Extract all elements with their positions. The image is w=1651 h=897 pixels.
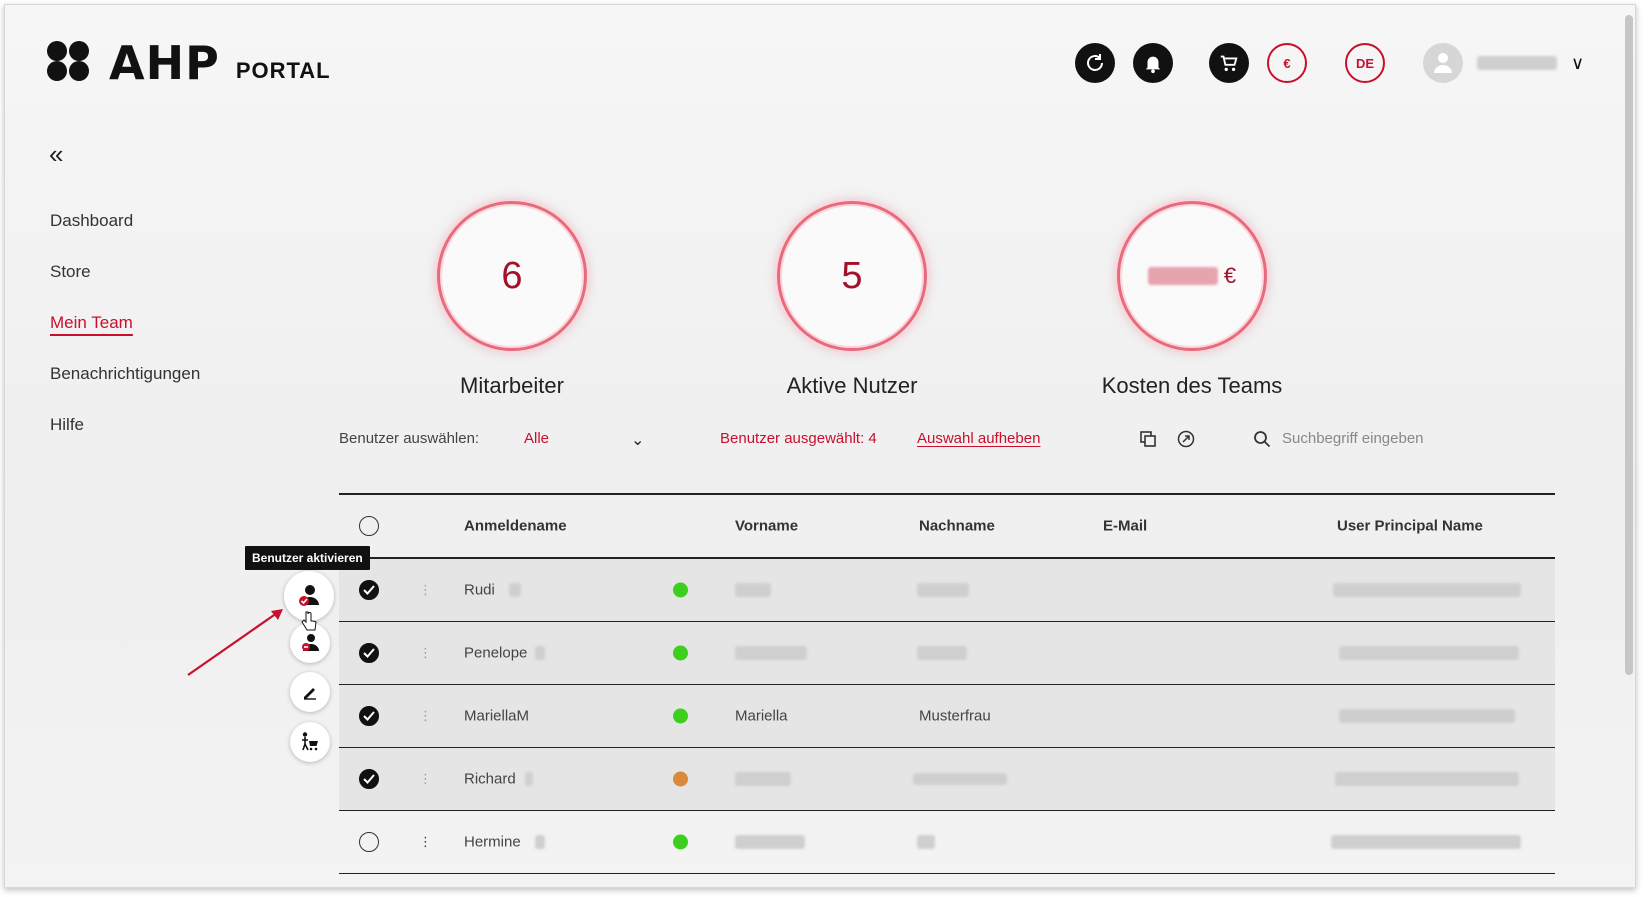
status-indicator [673,708,688,724]
search-icon [1253,430,1271,452]
stat-label: Kosten des Teams [1101,373,1283,398]
selected-count: Benutzer ausgewählt: 4 [720,430,877,447]
login-name: MariellaM [464,707,530,725]
chevron-down-icon[interactable]: ∨ [1571,53,1584,74]
language-button[interactable]: DE [1345,43,1385,83]
status-indicator [673,834,688,850]
stat-active-users: 5 Aktive Nutzer [767,201,937,399]
status-indicator [673,645,688,661]
column-header[interactable]: User Principal Name [1337,518,1483,535]
login-name: Richard [464,770,516,788]
table-row[interactable]: ⋮ Penelope [339,622,1555,685]
refresh-icon[interactable] [1075,43,1115,83]
bell-icon[interactable] [1133,43,1173,83]
redacted [535,835,545,849]
last-name-redacted [917,583,969,597]
row-menu-icon[interactable]: ⋮ [419,582,432,598]
last-name-redacted [917,646,967,660]
scrollbar[interactable] [1625,15,1633,675]
first-name-redacted [735,646,807,660]
upn-redacted [1333,583,1521,597]
cost-value-redacted [1147,267,1218,285]
status-indicator [673,582,688,598]
row-checkbox[interactable] [359,832,379,852]
stat-label: Aktive Nutzer [786,373,918,398]
row-checkbox[interactable] [359,580,379,600]
stat-value: 5 [841,254,863,297]
assign-cart-icon[interactable] [290,722,330,762]
currency-symbol: € [1223,263,1237,288]
search-input[interactable]: Suchbegriff eingeben [1282,430,1424,447]
login-name: Rudi [464,581,495,599]
chevron-down-icon[interactable]: ⌄ [631,430,644,450]
redacted [535,646,545,660]
currency-button[interactable]: € [1267,43,1307,83]
sidebar-item-mein-team[interactable]: Mein Team [50,313,200,364]
table-row[interactable]: ⋮ Rudi [339,559,1555,622]
cart-icon[interactable] [1209,43,1249,83]
table-row[interactable]: ⋮ Richard [339,748,1555,811]
upn-redacted [1339,646,1519,660]
row-checkbox[interactable] [359,706,379,726]
table-row[interactable]: ⋮ Hermine [339,811,1555,874]
tooltip: Benutzer aktivieren [245,546,370,570]
select-all-checkbox[interactable] [359,516,379,536]
sidebar-item-store[interactable]: Store [50,262,200,313]
row-checkbox[interactable] [359,769,379,789]
table-row[interactable]: ⋮ MariellaM Mariella Musterfrau [339,685,1555,748]
status-indicator [673,771,688,787]
collapse-sidebar-button[interactable]: « [49,139,63,170]
logo-text: AHP [109,36,220,90]
avatar[interactable] [1423,43,1463,83]
column-header[interactable]: E-Mail [1103,518,1147,535]
stat-value: 6 [501,254,523,297]
login-name: Hermine [464,833,521,851]
sidebar-item-hilfe[interactable]: Hilfe [50,415,200,466]
user-select-dropdown[interactable]: Alle [524,430,549,447]
export-icon[interactable] [1177,430,1195,452]
last-name-redacted [917,835,935,849]
annotation-arrow [187,609,283,676]
clear-selection-link[interactable]: Auswahl aufheben [917,430,1040,447]
row-menu-icon[interactable]: ⋮ [419,708,432,724]
row-menu-icon[interactable]: ⋮ [419,645,432,661]
header-actions: € DE ∨ [1075,43,1584,83]
redacted [525,772,533,786]
column-header[interactable]: Nachname [919,518,995,535]
table-toolbar: Benutzer auswählen: Alle ⌄ Benutzer ausg… [339,430,1555,454]
redacted [509,583,521,597]
upn-redacted [1331,835,1521,849]
sidebar-item-benachrichtigungen[interactable]: Benachrichtigungen [50,364,200,415]
edit-icon[interactable] [290,672,330,712]
last-name: Musterfrau [919,707,991,725]
team-table: Anmeldename Vorname Nachname E-Mail User… [339,493,1555,874]
stat-team-costs: € Kosten des Teams [1087,201,1297,399]
copy-icon[interactable] [1139,430,1157,452]
row-menu-icon[interactable]: ⋮ [419,771,432,787]
first-name-redacted [735,583,771,597]
sidebar-item-dashboard[interactable]: Dashboard [50,211,200,262]
upn-redacted [1335,772,1519,786]
row-menu-icon[interactable]: ⋮ [419,834,432,850]
app-window: AHP PORTAL € DE ∨ « Dashboard Store Mein… [4,4,1636,888]
stat-employees: 6 Mitarbeiter [427,201,597,399]
logo-dots-icon [47,41,97,83]
user-name-redacted [1477,56,1557,70]
upn-redacted [1339,709,1515,723]
hand-cursor-icon [300,610,318,637]
first-name-redacted [735,835,805,849]
last-name-redacted [913,773,1007,785]
column-header[interactable]: Anmeldename [464,518,567,535]
table-header: Anmeldename Vorname Nachname E-Mail User… [339,493,1555,559]
sidebar-nav: Dashboard Store Mein Team Benachrichtigu… [50,211,200,466]
first-name: Mariella [735,707,788,725]
row-checkbox[interactable] [359,643,379,663]
column-header[interactable]: Vorname [735,518,798,535]
stat-label: Mitarbeiter [460,373,564,398]
first-name-redacted [735,772,791,786]
logo[interactable]: AHP PORTAL [47,36,331,90]
user-select-label: Benutzer auswählen: [339,430,480,447]
logo-subtitle: PORTAL [235,58,331,83]
login-name: Penelope [464,644,528,662]
